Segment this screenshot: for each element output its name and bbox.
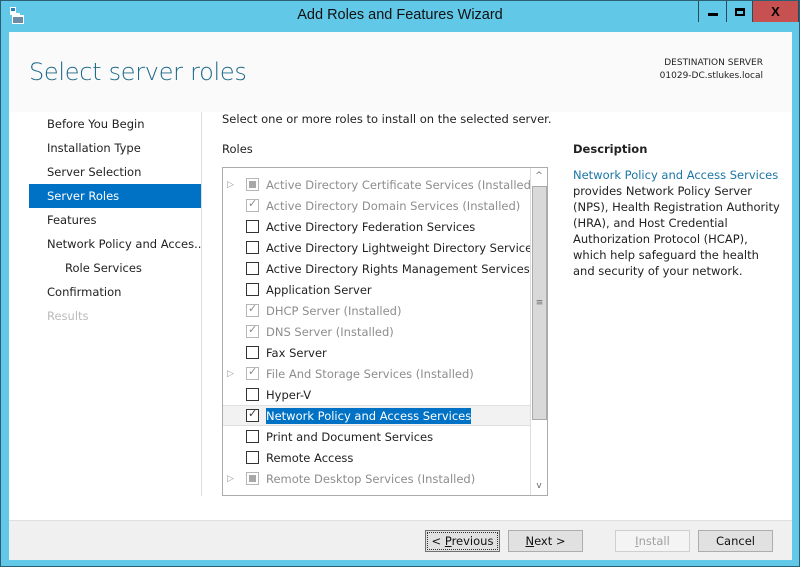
window-title: Add Roles and Features Wizard: [297, 7, 503, 23]
expand-arrow-icon[interactable]: ▷: [227, 474, 239, 484]
role-label: Active Directory Lightweight Directory S…: [266, 240, 539, 255]
maximize-icon: [734, 7, 745, 16]
role-checkbox: [246, 365, 259, 380]
role-checkbox[interactable]: [246, 220, 259, 233]
role-checkbox: [246, 197, 259, 212]
nav-item-before-you-begin[interactable]: Before You Begin: [29, 112, 201, 136]
roles-label: Roles: [222, 142, 253, 156]
role-label: Active Directory Certificate Services (I…: [266, 177, 536, 192]
install-rest: nstall: [638, 534, 670, 548]
description-body: provides Network Policy Server (NPS), He…: [573, 184, 780, 278]
scroll-up-icon[interactable]: ^: [531, 168, 547, 185]
nav-item-results: Results: [47, 309, 89, 323]
title-bar[interactable]: Add Roles and Features Wizard X: [1, 1, 799, 32]
next-accel: N: [525, 534, 535, 548]
wizard-header: Select server roles DESTINATION SERVER 0…: [9, 32, 792, 112]
wizard-client-area: Select server roles DESTINATION SERVER 0…: [9, 32, 792, 560]
role-row[interactable]: Network Policy and Access Services: [223, 405, 547, 426]
role-row[interactable]: Fax Server: [223, 342, 547, 363]
role-label: Application Server: [266, 282, 372, 297]
role-row[interactable]: Active Directory Rights Management Servi…: [223, 258, 547, 279]
nav-item-server-roles[interactable]: Server Roles: [29, 184, 201, 208]
minimize-icon: [707, 13, 718, 16]
role-label: Network Policy and Access Services: [266, 407, 472, 424]
nav-item-role-services[interactable]: Role Services: [29, 256, 201, 280]
role-checkbox[interactable]: [246, 451, 259, 464]
role-label: DNS Server (Installed): [266, 324, 394, 339]
role-row[interactable]: Active Directory Federation Services: [223, 216, 547, 237]
nav-item-installation-type[interactable]: Installation Type: [29, 136, 201, 160]
nav-item-features[interactable]: Features: [29, 208, 201, 232]
role-row[interactable]: DHCP Server (Installed): [223, 300, 547, 321]
grip-icon: ≡: [535, 298, 544, 308]
destination-server-name: 01029-DC.stlukes.local: [659, 71, 763, 81]
role-row[interactable]: Remote Access: [223, 447, 547, 468]
role-row[interactable]: Print and Document Services: [223, 426, 547, 447]
close-icon: X: [771, 4, 780, 19]
role-checkbox[interactable]: [246, 407, 259, 422]
nav-item-network-policy[interactable]: Network Policy and Acces...: [29, 232, 201, 256]
scroll-down-icon[interactable]: v: [531, 478, 547, 495]
role-checkbox[interactable]: [246, 430, 259, 443]
role-row[interactable]: Application Server: [223, 279, 547, 300]
role-label: Fax Server: [266, 345, 327, 360]
role-label: Hyper-V: [266, 387, 312, 402]
install-button: Install: [615, 530, 690, 552]
role-label: Remote Access: [266, 450, 354, 465]
role-label: Active Directory Rights Management Servi…: [266, 261, 530, 276]
maximize-button[interactable]: [726, 1, 752, 22]
wizard-nav: Before You Begin Installation Type Serve…: [29, 112, 201, 328]
minimize-button[interactable]: [699, 1, 726, 22]
role-row[interactable]: Active Directory Lightweight Directory S…: [223, 237, 547, 258]
wizard-window: Add Roles and Features Wizard X Select s…: [0, 0, 800, 567]
role-checkbox[interactable]: [246, 283, 259, 296]
instruction-text: Select one or more roles to install on t…: [222, 112, 552, 126]
roles-list[interactable]: ▷ Active Directory Certificate Services (…: [222, 167, 548, 496]
role-row[interactable]: DNS Server (Installed): [223, 321, 547, 342]
role-row[interactable]: ▷ File And Storage Services (Installed): [223, 363, 547, 384]
expand-arrow-icon[interactable]: ▷: [227, 369, 239, 379]
role-label: Active Directory Federation Services: [266, 219, 476, 234]
previous-prefix: <: [431, 534, 445, 548]
role-checkbox: [246, 323, 259, 338]
description-link[interactable]: Network Policy and Access Services: [573, 168, 778, 182]
role-checkbox: [246, 302, 259, 317]
role-row[interactable]: Hyper-V: [223, 384, 547, 405]
caption-buttons: X: [698, 1, 799, 22]
next-button[interactable]: Next >: [508, 530, 583, 552]
role-row[interactable]: Active Directory Domain Services (Instal…: [223, 195, 547, 216]
roles-container: ▷ Active Directory Certificate Services (…: [223, 168, 547, 489]
role-checkbox[interactable]: [246, 241, 259, 254]
role-label: File And Storage Services (Installed): [266, 366, 474, 381]
role-label: Print and Document Services: [266, 429, 434, 444]
role-row[interactable]: ▷ Active Directory Certificate Services (…: [223, 174, 547, 195]
role-row[interactable]: ▷ Remote Desktop Services (Installed): [223, 468, 547, 489]
nav-item-confirmation[interactable]: Confirmation: [29, 280, 201, 304]
role-label: Remote Desktop Services (Installed): [266, 471, 476, 486]
role-checkbox: [246, 178, 259, 191]
previous-rest: revious: [451, 534, 494, 548]
role-checkbox[interactable]: [246, 262, 259, 275]
nav-divider: [201, 112, 202, 496]
role-label: DHCP Server (Installed): [266, 303, 402, 318]
previous-button[interactable]: < Previous: [425, 530, 500, 552]
description-title: Description: [573, 142, 648, 156]
destination-server-label: DESTINATION SERVER: [664, 58, 763, 68]
nav-item-server-selection[interactable]: Server Selection: [29, 160, 201, 184]
role-checkbox[interactable]: [246, 388, 259, 401]
wizard-footer: < Previous Next > Install Cancel: [9, 520, 792, 560]
cancel-button[interactable]: Cancel: [698, 530, 773, 552]
previous-accel: P: [444, 534, 452, 548]
next-rest: ext >: [534, 534, 566, 548]
expand-arrow-icon[interactable]: ▷: [227, 180, 239, 190]
role-checkbox: [246, 472, 259, 485]
roles-scrollbar[interactable]: ^ ≡ v: [530, 168, 547, 495]
role-checkbox[interactable]: [246, 346, 259, 359]
page-title: Select server roles: [29, 58, 247, 86]
description-text: Network Policy and Access Services provi…: [573, 167, 783, 279]
role-label: Active Directory Domain Services (Instal…: [266, 198, 521, 213]
scroll-thumb[interactable]: ≡: [532, 186, 547, 420]
close-button[interactable]: X: [752, 1, 798, 22]
